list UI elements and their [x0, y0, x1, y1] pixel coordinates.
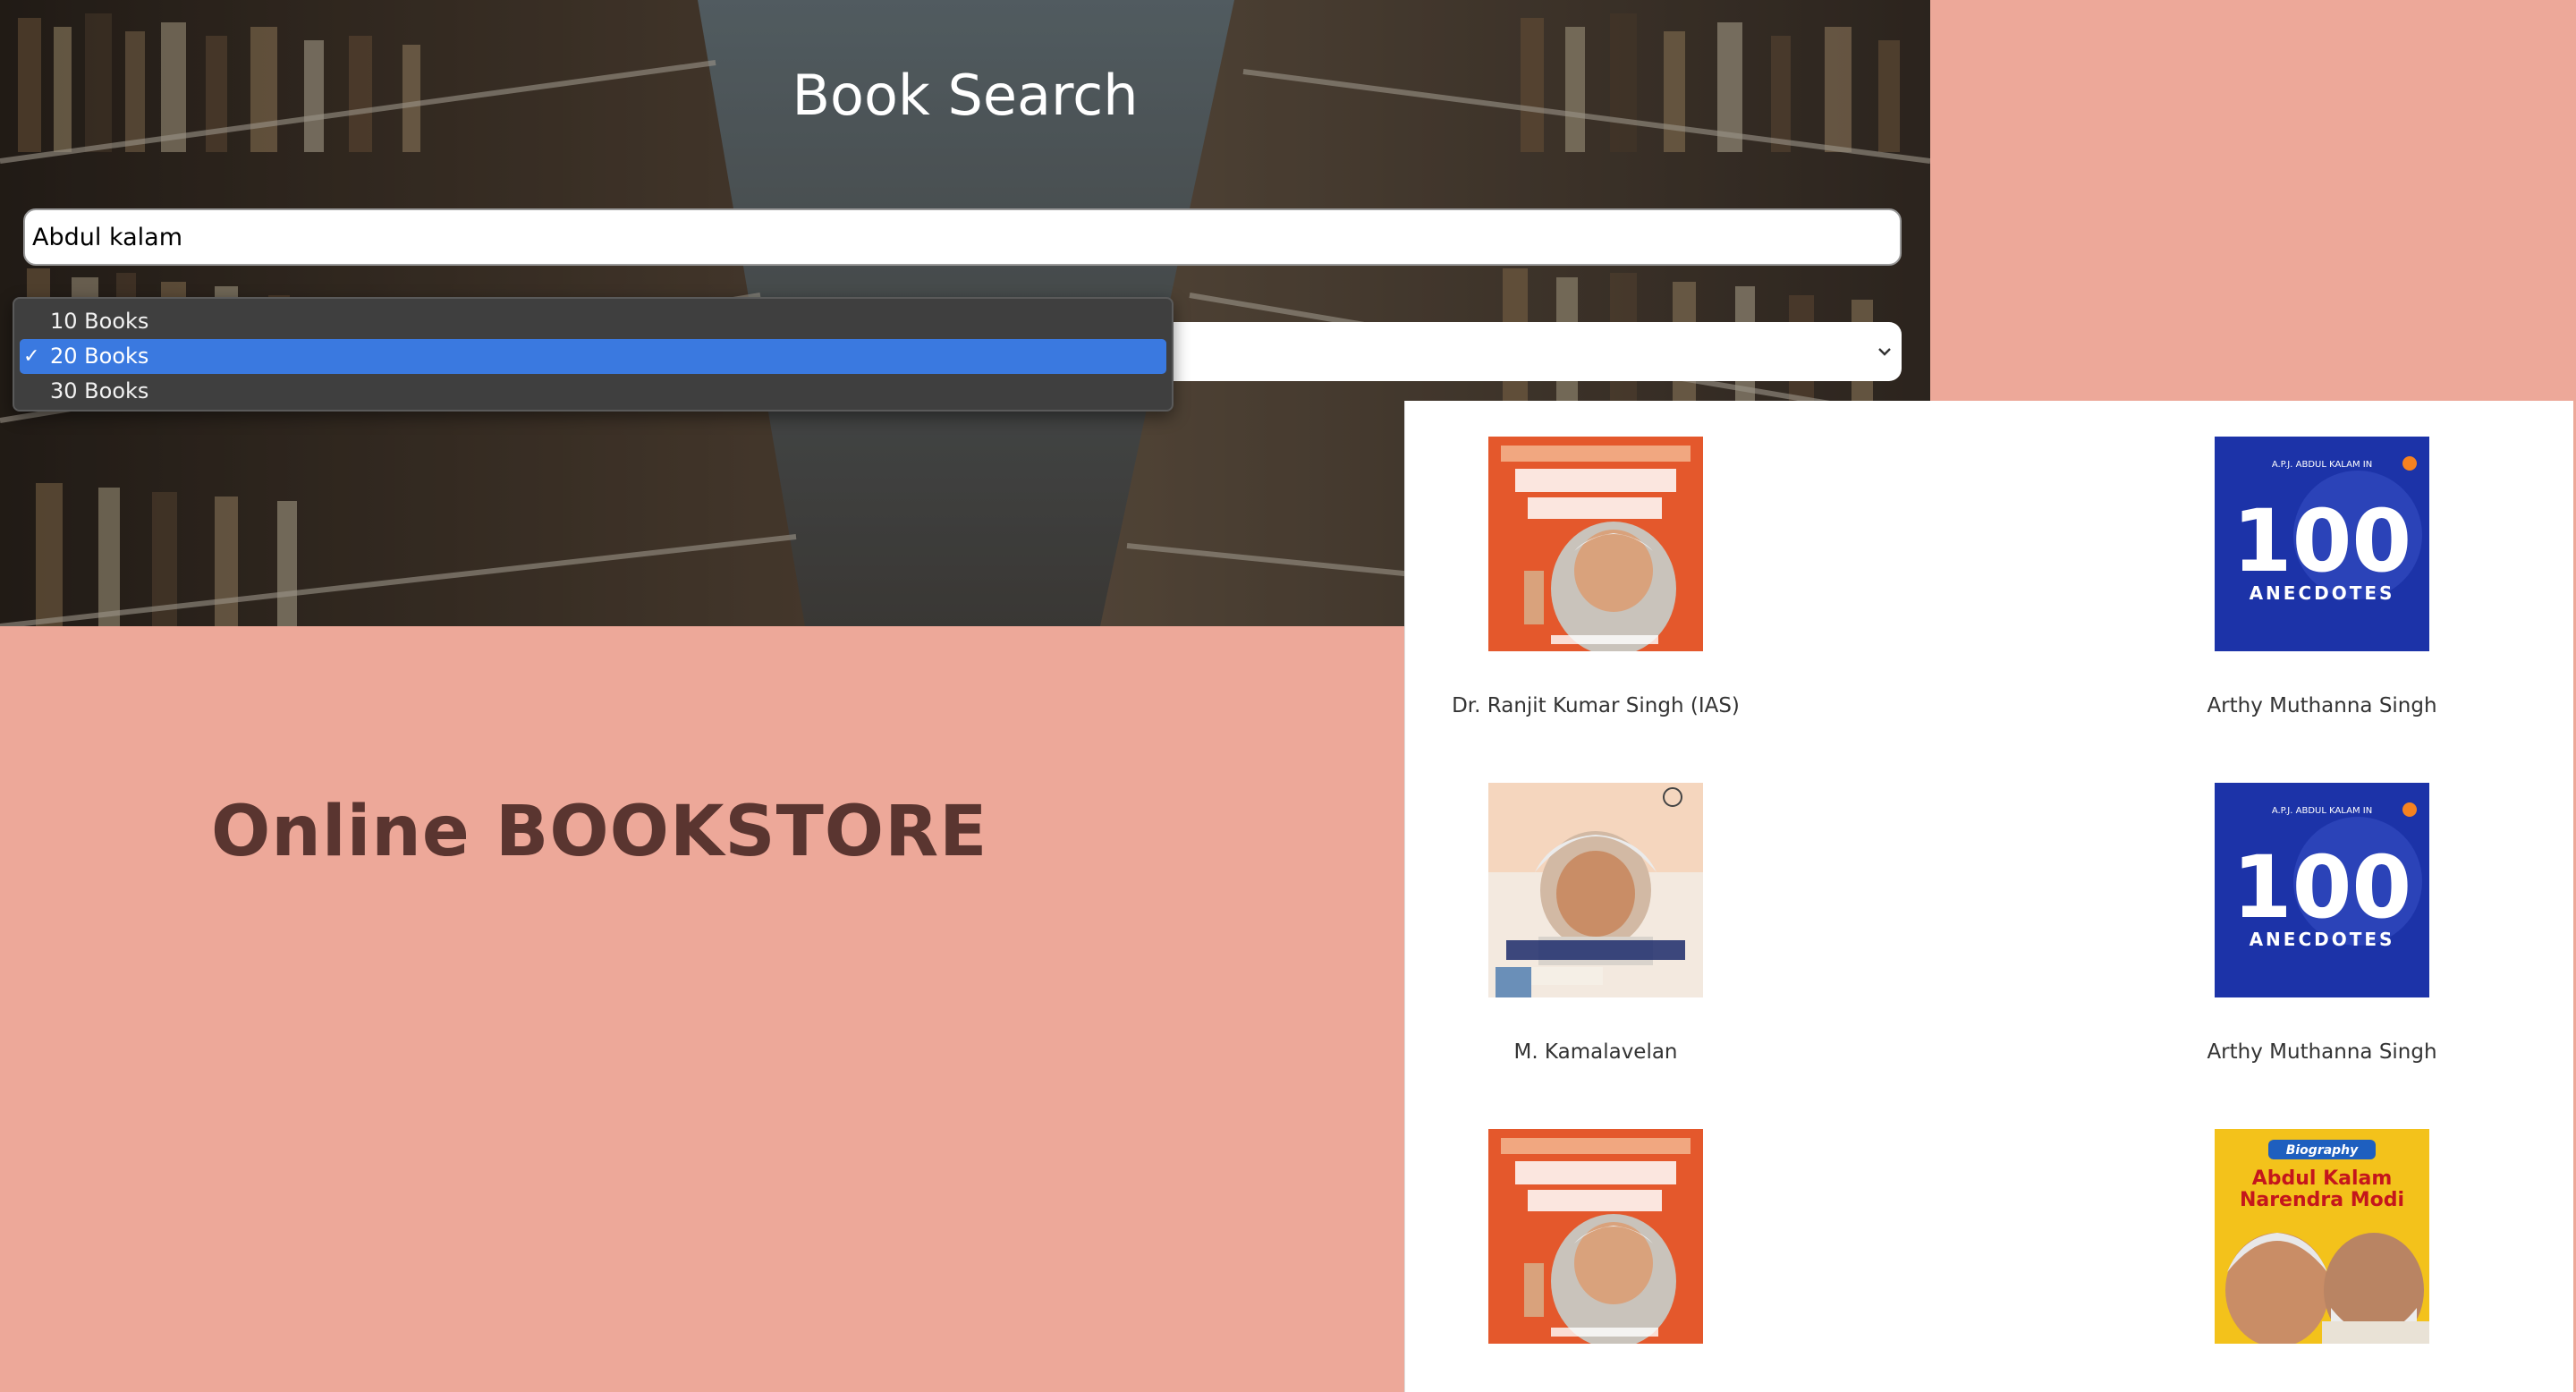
chevron-down-icon [1878, 348, 1891, 356]
brand-name: Online BOOKSTORE [211, 792, 988, 872]
book-cover-image[interactable]: A.P.J. ABDUL KALAM IN 100 ANECDOTES [2215, 783, 2429, 997]
book-cover-image[interactable]: A.P.J. ABDUL KALAM IN 100 ANECDOTES [2215, 437, 2429, 651]
cover-number: 100 [2233, 491, 2411, 591]
book-card[interactable]: A.P.J. ABDUL KALAM IN 100 ANECDOTES Arth… [2134, 437, 2510, 717]
option-label: 10 Books [50, 309, 149, 334]
book-card[interactable]: Biography Abdul Kalam Narendra Modi [2134, 1129, 2510, 1387]
page-title: Book Search [792, 63, 1139, 128]
book-count-dropdown: 10 Books ✓ 20 Books 30 Books [13, 297, 1174, 412]
book-cover-image[interactable] [1488, 437, 1703, 651]
book-cover-image[interactable] [1488, 783, 1703, 997]
book-author: Arthy Muthanna Singh [2207, 694, 2437, 717]
cover-top-text: A.P.J. ABDUL KALAM IN [2272, 460, 2372, 470]
results-panel: Dr. Ranjit Kumar Singh (IAS) A.P.J. ABDU… [1404, 401, 2573, 1392]
book-author: Arthy Muthanna Singh [2207, 1040, 2437, 1064]
book-card[interactable]: A.P.J. ABDUL KALAM IN 100 ANECDOTES Arth… [2134, 783, 2510, 1064]
cover-word: ANECDOTES [2250, 582, 2395, 604]
option-30-books[interactable]: 30 Books [20, 374, 1166, 409]
search-input[interactable] [23, 208, 1902, 266]
cover-line-1: Abdul Kalam [2252, 1167, 2393, 1190]
book-card[interactable]: Dr. Ranjit Kumar Singh (IAS) [1408, 437, 1784, 717]
cover-line-2: Narendra Modi [2240, 1189, 2404, 1211]
option-label: 30 Books [50, 378, 149, 403]
checkmark-icon: ✓ [23, 345, 40, 368]
cover-word: ANECDOTES [2250, 929, 2395, 950]
book-author: M. Kamalavelan [1513, 1040, 1678, 1064]
option-label: 20 Books [50, 344, 149, 369]
book-cover-image[interactable]: Biography Abdul Kalam Narendra Modi [2215, 1129, 2429, 1344]
book-author: Dr. Ranjit Kumar Singh (IAS) [1452, 694, 1740, 717]
book-card[interactable] [1408, 1129, 1784, 1387]
book-card[interactable]: M. Kamalavelan [1408, 783, 1784, 1064]
cover-top-text: A.P.J. ABDUL KALAM IN [2272, 806, 2372, 816]
cover-tag: Biography [2286, 1143, 2359, 1158]
book-cover-image[interactable] [1488, 1129, 1703, 1344]
option-20-books[interactable]: ✓ 20 Books [20, 339, 1166, 374]
cover-number: 100 [2233, 837, 2411, 938]
option-10-books[interactable]: 10 Books [20, 304, 1166, 339]
